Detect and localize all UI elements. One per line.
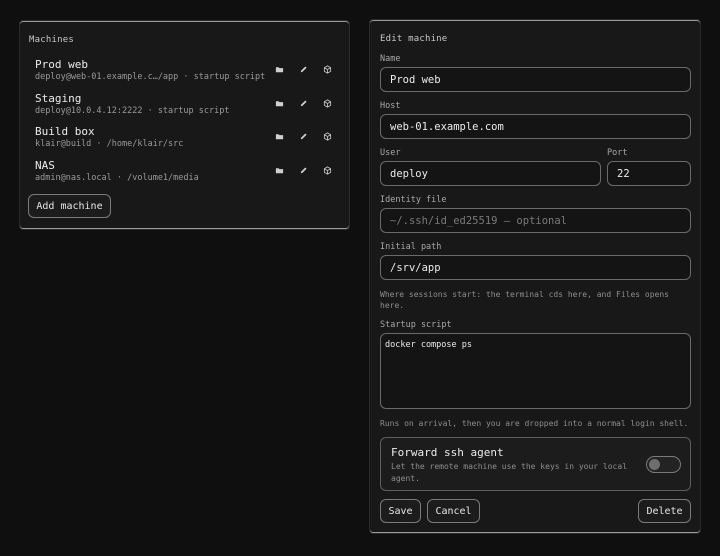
port-label: Port — [607, 148, 628, 158]
identity-file-input[interactable]: ~/.ssh/id_ed25519 — optional — [380, 208, 691, 233]
startup-script-textarea[interactable]: docker compose ps — [380, 333, 691, 409]
delete-button[interactable]: Delete — [638, 499, 691, 523]
initial-path-label: Initial path — [380, 242, 442, 252]
forward-agent-title: Forward ssh agent — [391, 446, 504, 459]
machine-row-build-box[interactable]: Build box klair@build · /home/klair/src — [35, 125, 345, 155]
name-label: Name — [380, 54, 401, 64]
pencil-icon[interactable] — [297, 63, 309, 75]
pencil-icon[interactable] — [297, 164, 309, 176]
pencil-icon[interactable] — [297, 130, 309, 142]
edit-machine-panel: Edit machine Name Prod web Host web-01.e… — [369, 19, 701, 534]
host-label: Host — [380, 101, 401, 111]
pencil-icon[interactable] — [297, 97, 309, 109]
machine-row-nas[interactable]: NAS admin@nas.local · /volume1/media — [35, 159, 345, 189]
box-icon[interactable] — [321, 130, 333, 142]
add-machine-button[interactable]: Add machine — [28, 194, 111, 218]
user-input[interactable]: deploy — [380, 161, 601, 186]
initial-path-hint: Where sessions start: the terminal cds h… — [380, 290, 669, 310]
machine-detail: deploy@web-01.example.c…/app · startup s… — [35, 72, 266, 82]
port-input[interactable]: 22 — [607, 161, 691, 186]
machine-name: NAS — [35, 159, 55, 172]
machines-title: Machines — [29, 35, 74, 45]
machine-name: Staging — [35, 92, 82, 105]
machine-detail: admin@nas.local · /volume1/media — [35, 173, 199, 183]
machines-panel: Machines Prod web deploy@web-01.example.… — [19, 20, 350, 230]
machine-name: Build box — [35, 125, 95, 138]
folder-icon[interactable] — [273, 97, 285, 109]
user-label: User — [380, 148, 401, 158]
save-button[interactable]: Save — [380, 499, 421, 523]
cancel-button[interactable]: Cancel — [427, 499, 480, 523]
startup-script-hint: Runs on arrival, then you are dropped in… — [380, 419, 689, 428]
box-icon[interactable] — [321, 97, 333, 109]
edit-machine-title: Edit machine — [380, 34, 448, 44]
forward-agent-toggle[interactable] — [646, 456, 681, 473]
startup-script-label: Startup script — [380, 320, 452, 330]
folder-icon[interactable] — [273, 63, 285, 75]
machine-detail: deploy@10.0.4.12:2222 · startup script — [35, 106, 230, 116]
folder-icon[interactable] — [273, 164, 285, 176]
machine-row-staging[interactable]: Staging deploy@10.0.4.12:2222 · startup … — [35, 92, 345, 122]
forward-agent-description: Let the remote machine use the keys in y… — [391, 462, 628, 483]
machine-row-prod-web[interactable]: Prod web deploy@web-01.example.c…/app · … — [35, 58, 345, 88]
box-icon[interactable] — [321, 63, 333, 75]
identity-file-label: Identity file — [380, 195, 447, 205]
name-input[interactable]: Prod web — [380, 67, 691, 92]
host-input[interactable]: web-01.example.com — [380, 114, 691, 139]
box-icon[interactable] — [321, 164, 333, 176]
initial-path-input[interactable]: /srv/app — [380, 255, 691, 280]
machine-name: Prod web — [35, 58, 88, 71]
machine-detail: klair@build · /home/klair/src — [35, 139, 184, 149]
forward-agent-box: Forward ssh agent Let the remote machine… — [380, 437, 691, 491]
toggle-knob — [649, 459, 660, 470]
folder-icon[interactable] — [273, 130, 285, 142]
